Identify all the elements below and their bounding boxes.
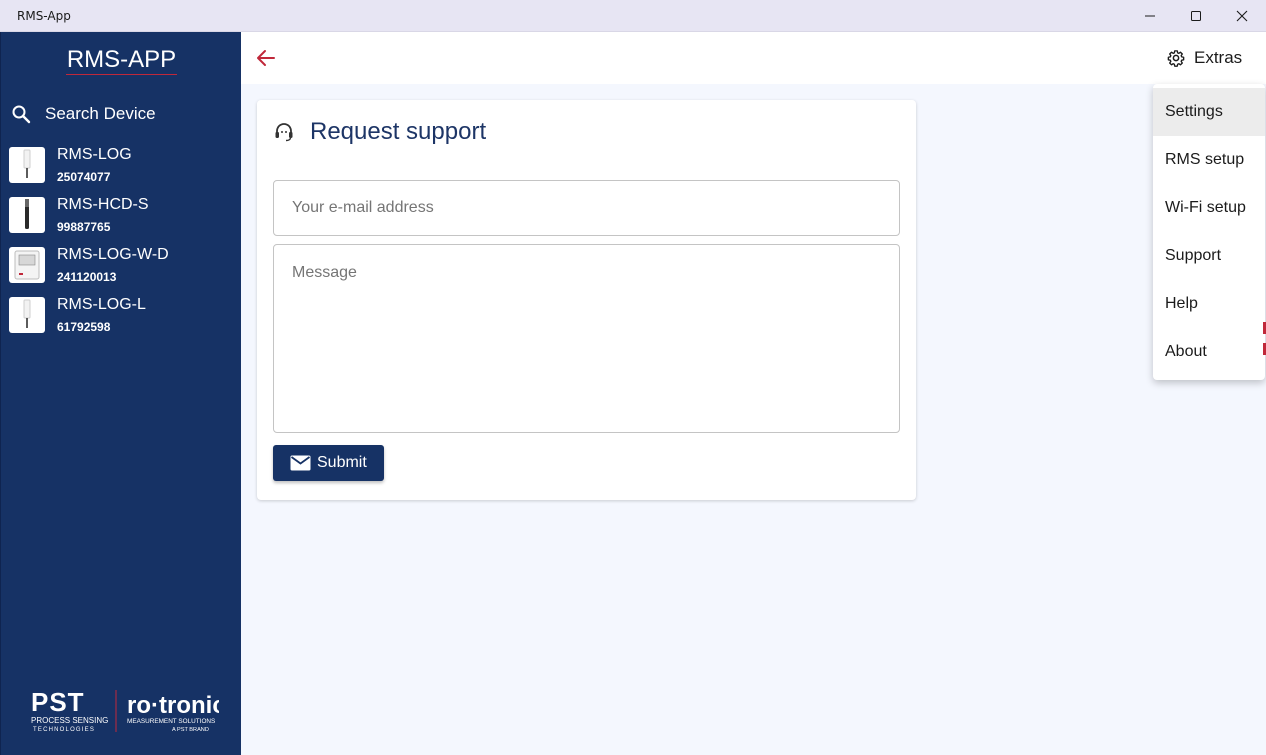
pst-tagline-1: PROCESS SENSING: [31, 716, 108, 725]
close-button[interactable]: [1219, 0, 1265, 32]
email-field[interactable]: [273, 180, 900, 236]
menu-item-support[interactable]: Support: [1153, 232, 1265, 280]
window-title-bar: RMS-App: [0, 0, 1266, 32]
device-name: RMS-LOG-W-D: [57, 246, 169, 263]
menu-item-help[interactable]: Help: [1153, 280, 1265, 328]
search-device-label: Search Device: [45, 104, 156, 123]
device-name: RMS-HCD-S: [57, 196, 149, 213]
app-brand-label: RMS-APP: [65, 46, 178, 75]
submit-button[interactable]: Submit: [273, 445, 384, 481]
rotronic-tagline-1: MEASUREMENT SOLUTIONS: [127, 718, 215, 725]
app-brand: RMS-APP: [1, 46, 242, 75]
main-content: Extras Request support Submit: [241, 32, 1266, 755]
probe-sensor-icon: [9, 197, 45, 233]
device-item-rms-log-w-d[interactable]: RMS-LOG-W-D 241120013: [9, 246, 239, 287]
page-title: Request support: [310, 118, 487, 145]
device-serial: 99887765: [57, 220, 111, 234]
device-name: RMS-LOG-L: [57, 296, 146, 313]
device-serial: 61792598: [57, 320, 111, 334]
rotronic-logo: ro·tronic: [127, 692, 219, 719]
sidebar: RMS-APP Search Device RMS-LOG 25074077 R…: [0, 32, 241, 755]
stick-sensor-icon: [9, 147, 45, 183]
device-item-rms-log[interactable]: RMS-LOG 25074077: [9, 146, 239, 187]
support-card: Request support Submit: [257, 100, 916, 500]
extras-menu: Settings RMS setup Wi-Fi setup Support H…: [1153, 84, 1265, 380]
top-bar: Extras: [241, 32, 1266, 84]
rotronic-tagline-2: A PST BRAND: [172, 727, 209, 733]
support-agent-icon: [275, 123, 293, 142]
search-icon: [12, 105, 31, 124]
menu-item-wifi-setup[interactable]: Wi-Fi setup: [1153, 184, 1265, 232]
pst-logo: PST: [31, 688, 85, 717]
stick-sensor-icon: [9, 297, 45, 333]
extras-label: Extras: [1194, 48, 1243, 67]
mail-icon: [290, 455, 311, 471]
pst-tagline-2: TECHNOLOGIES: [33, 727, 95, 733]
maximize-icon: [1191, 11, 1201, 21]
submit-label: Submit: [317, 454, 367, 471]
minimize-icon: [1145, 15, 1155, 17]
window-title: RMS-App: [17, 9, 71, 23]
message-field[interactable]: [273, 244, 900, 433]
close-icon: [1236, 10, 1248, 22]
pst-rotronic-logo: PST PROCESS SENSING TECHNOLOGIES ro·tron…: [31, 688, 219, 733]
maximize-button[interactable]: [1173, 0, 1219, 32]
minimize-button[interactable]: [1127, 0, 1173, 32]
extras-button[interactable]: Extras: [1167, 46, 1242, 70]
card-header: Request support: [273, 118, 486, 146]
device-item-rms-log-l[interactable]: RMS-LOG-L 61792598: [9, 296, 239, 337]
gear-icon: [1167, 50, 1185, 67]
menu-item-about[interactable]: About: [1153, 328, 1265, 376]
display-logger-icon: [9, 247, 45, 283]
device-name: RMS-LOG: [57, 146, 132, 163]
device-item-rms-hcd-s[interactable]: RMS-HCD-S 99887765: [9, 196, 239, 237]
arrow-left-icon: [257, 50, 275, 66]
search-device-button[interactable]: Search Device: [11, 104, 156, 124]
menu-item-settings[interactable]: Settings: [1153, 88, 1265, 136]
back-button[interactable]: [255, 48, 277, 68]
device-serial: 241120013: [57, 270, 117, 284]
device-serial: 25074077: [57, 170, 111, 184]
menu-item-rms-setup[interactable]: RMS setup: [1153, 136, 1265, 184]
